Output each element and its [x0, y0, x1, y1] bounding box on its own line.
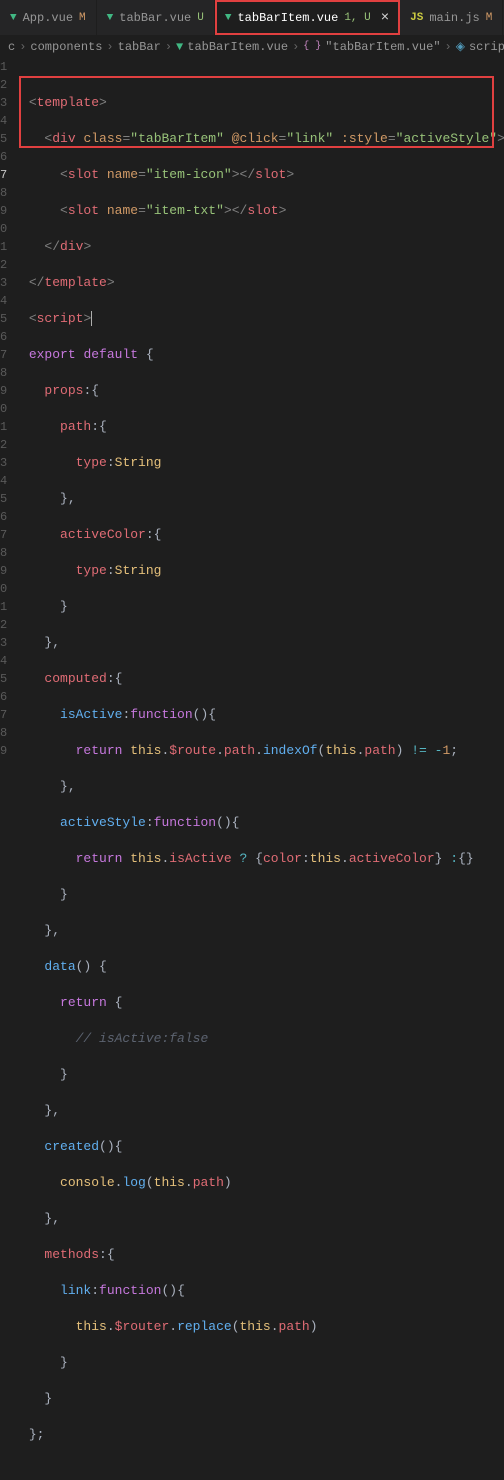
- breadcrumb-item: components: [30, 40, 102, 54]
- line-num: 5: [0, 310, 7, 328]
- line-num: 4: [0, 112, 7, 130]
- line-num: 8: [0, 724, 7, 742]
- line-num: 6: [0, 508, 7, 526]
- line-num: 0: [0, 580, 7, 598]
- line-num: 8: [0, 544, 7, 562]
- code-area[interactable]: <template> <div class="tabBarItem" @clic…: [13, 58, 504, 746]
- chevron-right-icon: ›: [445, 40, 452, 54]
- line-num: 7: [0, 706, 7, 724]
- line-num: 0: [0, 220, 7, 238]
- breadcrumb-item: c: [8, 40, 15, 54]
- line-num: 8: [0, 364, 7, 382]
- line-num: 2: [0, 436, 7, 454]
- breadcrumb-item: tabBar: [118, 40, 161, 54]
- line-num: 7: [0, 526, 7, 544]
- tab-label: App.vue: [23, 11, 73, 25]
- line-num: 2: [0, 616, 7, 634]
- tab-modifier: 1, U: [344, 12, 370, 24]
- vue-icon: ▼: [107, 12, 114, 24]
- breadcrumb[interactable]: c › components › tabBar › ▼ tabBarItem.v…: [0, 35, 504, 58]
- line-num: 5: [0, 130, 7, 148]
- breadcrumb-item: script: [469, 40, 504, 54]
- breadcrumb-item: tabBarItem.vue: [187, 40, 288, 54]
- line-num: 2: [0, 76, 7, 94]
- tab-label: tabBar.vue: [119, 11, 191, 25]
- line-num: 1: [0, 598, 7, 616]
- line-num: 6: [0, 328, 7, 346]
- breadcrumb-item: "tabBarItem.vue": [325, 40, 440, 54]
- line-num: 3: [0, 634, 7, 652]
- tab-label: main.js: [429, 11, 479, 25]
- line-num: 1: [0, 238, 7, 256]
- chevron-right-icon: ›: [292, 40, 299, 54]
- line-num: 4: [0, 472, 7, 490]
- editor: 1 2 3 4 5 6 7 8 9 0 1 2 3 4 5 6 7 8 9 0 …: [0, 58, 504, 746]
- vue-icon: ▼: [176, 40, 183, 54]
- line-num: 4: [0, 652, 7, 670]
- brace-icon: { }: [303, 41, 321, 52]
- tab-modifier: M: [79, 12, 86, 24]
- vue-icon: ▼: [10, 12, 17, 24]
- chevron-right-icon: ›: [106, 40, 113, 54]
- line-gutter: 1 2 3 4 5 6 7 8 9 0 1 2 3 4 5 6 7 8 9 0 …: [0, 58, 13, 746]
- line-num: 1: [0, 418, 7, 436]
- line-num: 7: [0, 346, 7, 364]
- tab-modifier: M: [486, 12, 493, 24]
- line-num: 4: [0, 292, 7, 310]
- line-num: 6: [0, 688, 7, 706]
- chevron-right-icon: ›: [19, 40, 26, 54]
- script-icon: ◈: [456, 39, 465, 54]
- line-num: 5: [0, 670, 7, 688]
- chevron-right-icon: ›: [165, 40, 172, 54]
- line-num: 3: [0, 454, 7, 472]
- line-num: 5: [0, 490, 7, 508]
- tab-app-vue[interactable]: ▼ App.vue M: [0, 0, 97, 35]
- line-num: 9: [0, 202, 7, 220]
- line-num: 9: [0, 562, 7, 580]
- editor-tabs: ▼ App.vue M ▼ tabBar.vue U ▼ tabBarItem.…: [0, 0, 504, 35]
- tab-tabbar-vue[interactable]: ▼ tabBar.vue U: [97, 0, 215, 35]
- close-icon[interactable]: ×: [381, 10, 389, 26]
- js-icon: JS: [410, 12, 423, 24]
- line-num: 7: [0, 166, 7, 184]
- vue-icon: ▼: [225, 12, 232, 24]
- line-num: 0: [0, 400, 7, 418]
- line-num: 2: [0, 256, 7, 274]
- line-num: 9: [0, 742, 7, 760]
- line-num: 9: [0, 382, 7, 400]
- line-num: 3: [0, 94, 7, 112]
- line-num: 8: [0, 184, 7, 202]
- line-num: 3: [0, 274, 7, 292]
- line-num: 1: [0, 58, 7, 76]
- tab-tabbaritem-vue[interactable]: ▼ tabBarItem.vue 1, U ×: [215, 0, 400, 35]
- line-num: 6: [0, 148, 7, 166]
- tab-main-js[interactable]: JS main.js M: [400, 0, 503, 35]
- tab-label: tabBarItem.vue: [237, 11, 338, 25]
- tab-modifier: U: [197, 12, 204, 24]
